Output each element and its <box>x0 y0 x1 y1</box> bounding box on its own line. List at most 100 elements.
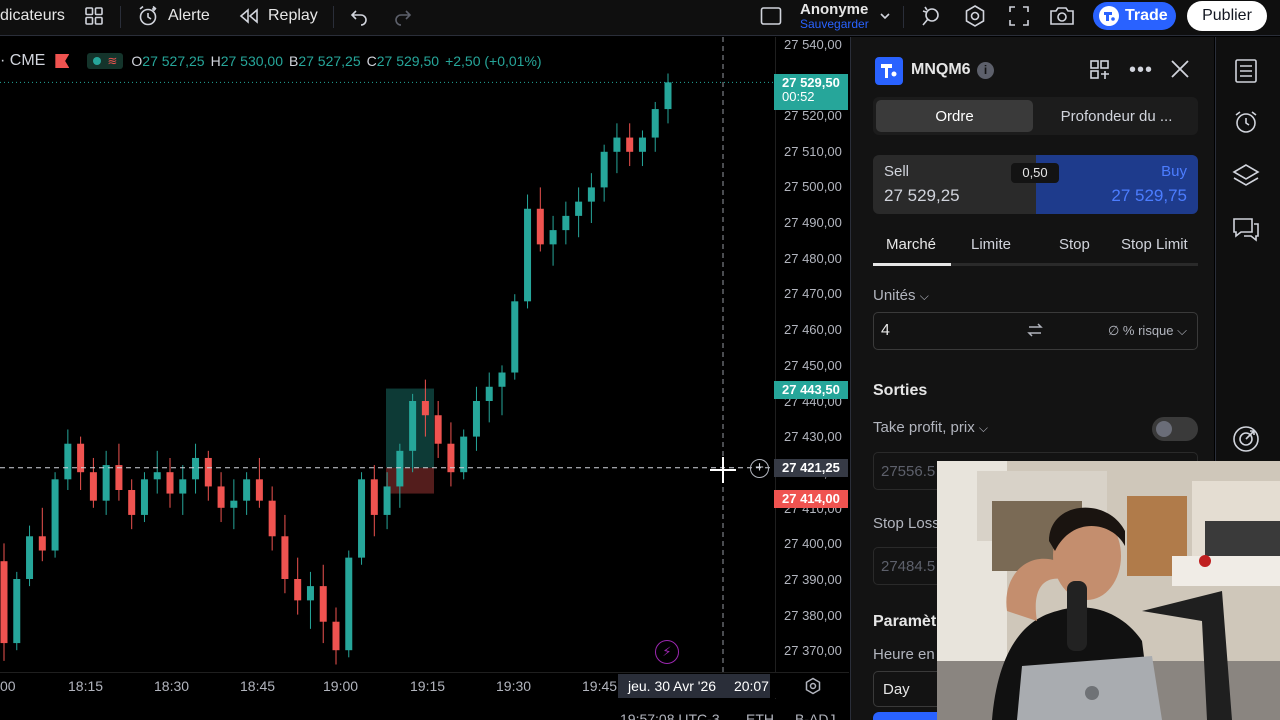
crosshair-cursor-icon <box>710 457 736 483</box>
layouts-icon[interactable] <box>84 0 104 32</box>
top-toolbar: dicateurs Alerte Replay Anonyme Sauvegar… <box>0 0 1280 36</box>
webcam-image <box>937 461 1280 720</box>
candle-body <box>51 479 59 551</box>
time-axis[interactable]: 00 18:15 18:30 18:45 19:00 19:15 19:30 1… <box>0 672 849 698</box>
candle-body <box>434 415 442 444</box>
candlestick-chart[interactable] <box>0 37 775 672</box>
price-tick: 27 540,00 <box>784 37 842 52</box>
candle-body <box>485 386 493 401</box>
change-value: +2,50 (+0,01%) <box>445 53 542 69</box>
candle-body <box>102 465 110 501</box>
layout-name-block[interactable]: Anonyme Sauvegarder <box>800 2 869 32</box>
candle-body <box>587 187 595 202</box>
chevron-down-icon: ⌵ <box>978 421 988 435</box>
time-label: 00 <box>0 678 16 694</box>
time-cursor-label: jeu. 30 Avr '26 20:07 <box>618 674 770 698</box>
more-options-icon[interactable]: ••• <box>1129 59 1153 82</box>
candle-body <box>140 479 148 515</box>
candle-body <box>0 561 8 644</box>
candle-body <box>166 472 174 494</box>
take-profit-dropdown[interactable]: Take profit, prix ⌵ <box>873 419 988 436</box>
fullscreen-box-icon[interactable] <box>760 0 782 32</box>
camera-icon[interactable] <box>1049 0 1075 32</box>
time-label: 18:45 <box>240 678 276 694</box>
buy-button[interactable]: Buy 27 529,75 <box>1036 155 1198 214</box>
tab-depth[interactable]: Profondeur du ... <box>1038 100 1195 132</box>
stop-loss-price-label: 27 414,00 <box>774 490 848 508</box>
price-tick: 27 480,00 <box>784 251 842 266</box>
spread-badge: 0,50 <box>1011 163 1059 183</box>
layers-icon[interactable] <box>1230 159 1262 191</box>
chevron-down-icon: ⌵ <box>919 289 929 303</box>
candle-body <box>192 457 200 480</box>
price-tick: 27 460,00 <box>784 322 842 337</box>
candle-body <box>638 137 646 152</box>
tab-order-label: Ordre <box>935 107 974 125</box>
price-axis[interactable]: 27 540,00 27 520,00 27 510,00 27 500,00 27 4… <box>774 37 849 700</box>
layout-save-status: Sauvegarder <box>800 17 869 31</box>
target-icon[interactable] <box>1230 423 1262 455</box>
trade-button[interactable]: Trade <box>1093 2 1176 30</box>
add-alert-plus-icon[interactable]: + <box>750 459 769 478</box>
alarm-clock-icon <box>139 5 157 26</box>
candle-body <box>38 536 46 551</box>
footer-session[interactable]: ETH <box>746 711 774 720</box>
tab-order[interactable]: Ordre <box>876 100 1033 132</box>
close-icon[interactable] <box>1169 58 1191 85</box>
tif-value: Day <box>883 681 910 698</box>
high-value: 27 530,00 <box>220 53 283 69</box>
status-footer: 19:57:08 UTC-3 ETH B-ADJ <box>0 699 849 720</box>
price-tick: 27 470,00 <box>784 286 842 301</box>
replay-button[interactable]: Replay <box>238 0 318 32</box>
axis-settings-gear-icon[interactable] <box>804 677 822 700</box>
risk-selector[interactable]: ∅ % risque ⌵ <box>1108 323 1187 339</box>
candle-body <box>13 579 21 644</box>
lightning-icon[interactable]: ⚡ <box>655 640 679 664</box>
order-type-tab-stop-limit[interactable]: Stop Limit <box>1121 236 1188 253</box>
units-dropdown[interactable]: Unités ⌵ <box>873 287 929 304</box>
flag-icon[interactable] <box>55 54 70 68</box>
info-icon[interactable]: i <box>977 62 994 79</box>
broker-logo-icon <box>875 57 903 85</box>
fullscreen-icon[interactable] <box>1008 0 1030 32</box>
candle-body <box>89 472 97 501</box>
panel-tabs: Ordre Profondeur du ... <box>873 97 1198 135</box>
candle-body <box>281 536 289 579</box>
settings-gear-icon[interactable] <box>963 0 987 32</box>
candle-body <box>204 457 212 487</box>
alert-button[interactable]: Alerte <box>136 0 210 32</box>
order-type-tab-market[interactable]: Marché <box>886 236 936 253</box>
risk-label: ∅ % risque <box>1108 323 1174 338</box>
swap-icon[interactable] <box>1026 321 1044 344</box>
candle-body <box>115 465 123 490</box>
tp-label: Take profit, prix <box>873 419 975 436</box>
quick-search-icon[interactable] <box>919 0 943 32</box>
exchange-label: · CME <box>0 52 46 69</box>
order-type-tab-stop[interactable]: Stop <box>1059 236 1090 253</box>
candle-body <box>243 479 251 501</box>
candle-body <box>651 109 659 138</box>
indicators-button[interactable]: dicateurs <box>0 0 65 32</box>
time-in-force-label: Heure en <box>873 646 935 663</box>
sl-value: 27484.5 <box>881 558 936 575</box>
price-tick: 27 450,00 <box>784 358 842 373</box>
candle-body <box>370 479 378 515</box>
watchlist-icon[interactable] <box>1230 55 1262 87</box>
take-profit-toggle[interactable] <box>1152 417 1198 441</box>
symbol-search-icon[interactable] <box>1089 59 1111 86</box>
chart-area[interactable]: · CME ≋ O 27 527,25 H 27 530,00 B 27 527,25… <box>0 37 775 720</box>
candle-body <box>153 472 161 480</box>
redo-icon[interactable] <box>393 0 413 32</box>
units-input[interactable]: 4 ∅ % risque ⌵ <box>873 312 1198 350</box>
undo-icon[interactable] <box>349 0 369 32</box>
footer-adjust[interactable]: B-ADJ <box>795 711 835 720</box>
publish-button[interactable]: Publier <box>1187 1 1267 31</box>
alarm-clock-icon[interactable] <box>1230 106 1262 138</box>
chat-icon[interactable] <box>1230 213 1262 245</box>
price-tick: 27 390,00 <box>784 572 842 587</box>
footer-time[interactable]: 19:57:08 UTC-3 <box>620 711 720 720</box>
chevron-down-icon[interactable] <box>878 0 892 32</box>
time-label: 19:30 <box>496 678 532 694</box>
candle-body <box>536 208 544 245</box>
order-type-tab-limit[interactable]: Limite <box>971 236 1011 253</box>
